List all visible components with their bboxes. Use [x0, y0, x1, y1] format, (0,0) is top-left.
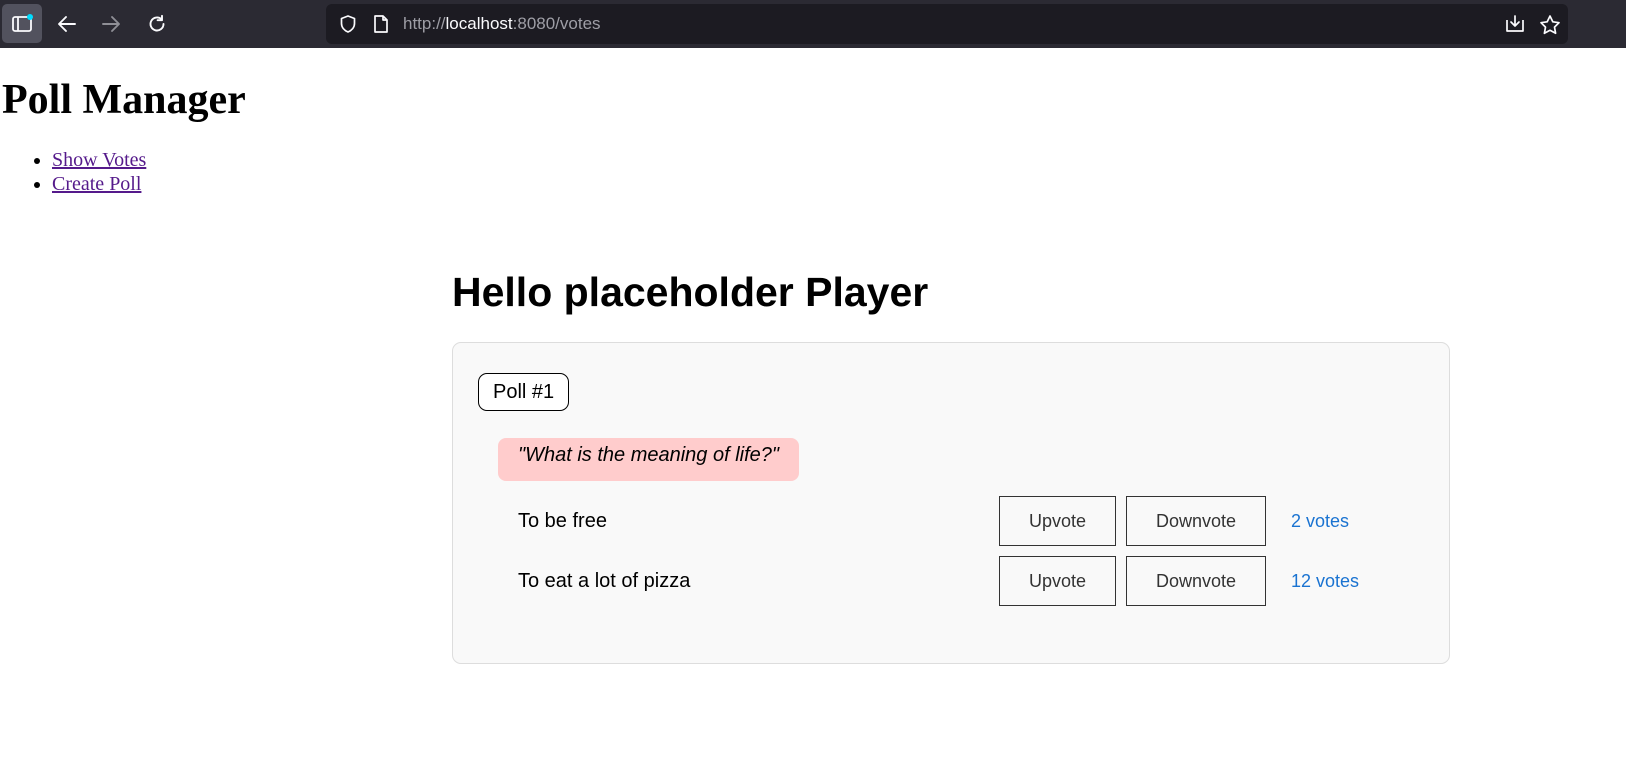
vote-count: 12 votes — [1291, 571, 1360, 591]
star-icon[interactable] — [1539, 14, 1561, 41]
option-text: To be free — [518, 510, 607, 532]
downvote-button[interactable]: Downvote — [1126, 496, 1266, 546]
forward-arrow-icon — [101, 15, 121, 33]
download-icon[interactable] — [1504, 14, 1526, 39]
back-arrow-icon — [57, 15, 77, 33]
page-icon[interactable] — [372, 14, 390, 39]
reload-icon — [147, 14, 167, 34]
poll-option-row: To be free Upvote Downvote 2 votes — [453, 496, 1449, 546]
url-scheme: http:// — [403, 14, 446, 33]
back-button[interactable] — [47, 4, 87, 43]
url-path: :8080/votes — [512, 14, 601, 33]
upvote-button[interactable]: Upvote — [999, 496, 1116, 546]
url-text[interactable]: http://localhost:8080/votes — [403, 4, 601, 44]
poll-number-badge: Poll #1 — [478, 373, 570, 411]
forward-button[interactable] — [91, 4, 131, 43]
upvote-button[interactable]: Upvote — [999, 556, 1116, 606]
nav-item-show-votes: Show Votes — [52, 148, 146, 172]
poll-card: Poll #1 "What is the meaning of life?" T… — [452, 342, 1450, 664]
option-text: To eat a lot of pizza — [518, 570, 691, 592]
create-poll-link[interactable]: Create Poll — [52, 173, 141, 195]
page-title: Poll Manager — [2, 77, 246, 123]
poll-option-row: To eat a lot of pizza Upvote Downvote 12… — [453, 556, 1449, 606]
show-votes-link[interactable]: Show Votes — [52, 149, 146, 171]
main-nav: Show Votes Create Poll — [0, 148, 146, 196]
address-bar[interactable]: http://localhost:8080/votes — [326, 4, 1568, 44]
vote-count: 2 votes — [1291, 511, 1350, 531]
sidebar-icon — [11, 13, 33, 34]
downvote-button[interactable]: Downvote — [1126, 556, 1266, 606]
sidebar-toggle-button[interactable] — [2, 4, 42, 43]
browser-toolbar: http://localhost:8080/votes — [0, 0, 1626, 48]
reload-button[interactable] — [137, 4, 177, 43]
url-host: localhost — [445, 14, 513, 33]
poll-question: "What is the meaning of life?" — [498, 438, 799, 481]
greeting-heading: Hello placeholder Player — [452, 269, 929, 315]
shield-icon[interactable] — [338, 14, 358, 39]
nav-item-create-poll: Create Poll — [52, 172, 146, 196]
